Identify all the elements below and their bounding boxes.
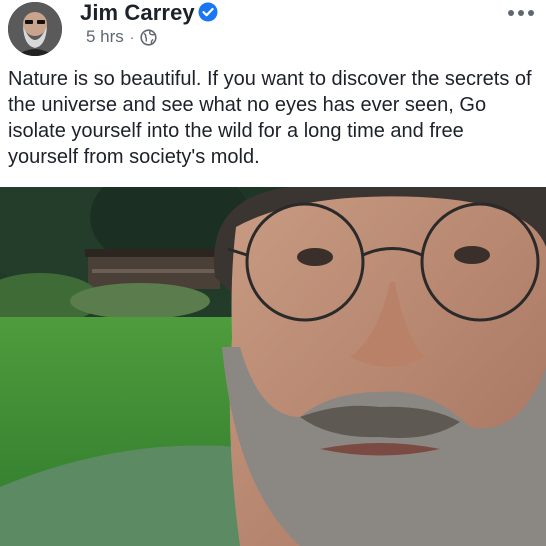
post-timestamp[interactable]: 5 hrs — [86, 27, 124, 47]
post-photo[interactable] — [0, 187, 546, 546]
post-meta: 5 hrs · — [86, 27, 158, 47]
post-text: Nature is so beautiful. If you want to d… — [8, 68, 532, 168]
author-name[interactable]: Jim Carrey — [80, 0, 195, 26]
globe-icon[interactable] — [140, 28, 158, 46]
author-avatar[interactable] — [8, 2, 62, 56]
more-options-icon[interactable] — [508, 8, 536, 18]
facebook-post: Jim Carrey 5 hrs · Nature is so beautifu… — [0, 0, 546, 546]
verified-badge-icon — [198, 2, 218, 22]
post-header: Jim Carrey 5 hrs · — [0, 0, 546, 62]
meta-separator: · — [129, 29, 135, 45]
